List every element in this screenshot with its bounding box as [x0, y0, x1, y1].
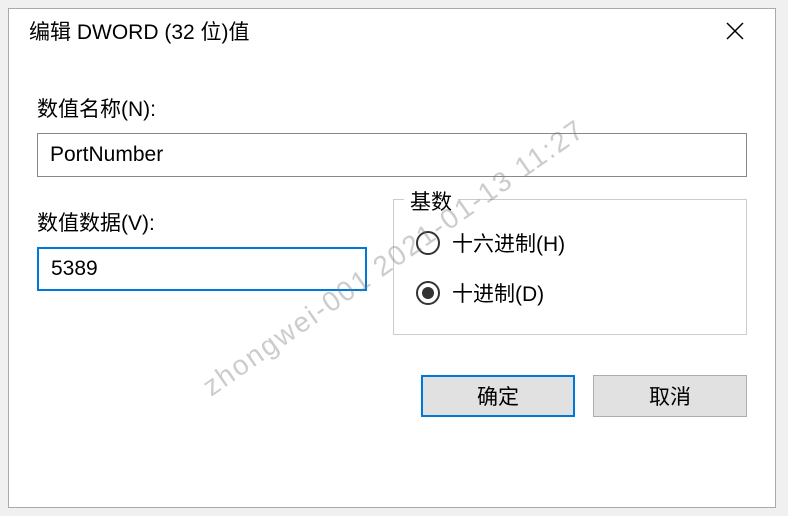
close-button[interactable] — [711, 9, 759, 53]
ok-button-label: 确定 — [477, 381, 519, 411]
value-data-input[interactable] — [37, 247, 367, 291]
cancel-button[interactable]: 取消 — [593, 375, 747, 417]
ok-button[interactable]: 确定 — [421, 375, 575, 417]
edit-dword-dialog: 编辑 DWORD (32 位)值 数值名称(N): 数值数据(V): 基数 — [8, 8, 776, 508]
value-name-input[interactable] — [37, 133, 747, 177]
base-fieldset-column: 基数 十六进制(H) 十进制(D) — [393, 199, 747, 335]
radio-dec-label: 十进制(D) — [452, 278, 544, 308]
dialog-button-row: 确定 取消 — [37, 375, 747, 417]
radio-decimal[interactable]: 十进制(D) — [416, 278, 724, 308]
base-legend: 基数 — [404, 186, 458, 216]
value-base-row: 数值数据(V): 基数 十六进制(H) — [37, 207, 747, 335]
radio-icon — [416, 281, 440, 305]
base-fieldset: 基数 十六进制(H) 十进制(D) — [393, 199, 747, 335]
radio-icon — [416, 231, 440, 255]
radio-hexadecimal[interactable]: 十六进制(H) — [416, 228, 724, 258]
titlebar: 编辑 DWORD (32 位)值 — [9, 9, 775, 53]
value-name-label: 数值名称(N): — [37, 93, 747, 123]
radio-hex-label: 十六进制(H) — [452, 228, 565, 258]
dialog-content: 数值名称(N): 数值数据(V): 基数 十六进制(H) — [9, 53, 775, 437]
close-icon — [726, 22, 744, 40]
dialog-title: 编辑 DWORD (32 位)值 — [29, 16, 250, 46]
cancel-button-label: 取消 — [649, 381, 691, 411]
value-data-label: 数值数据(V): — [37, 207, 367, 237]
value-data-column: 数值数据(V): — [37, 207, 367, 291]
